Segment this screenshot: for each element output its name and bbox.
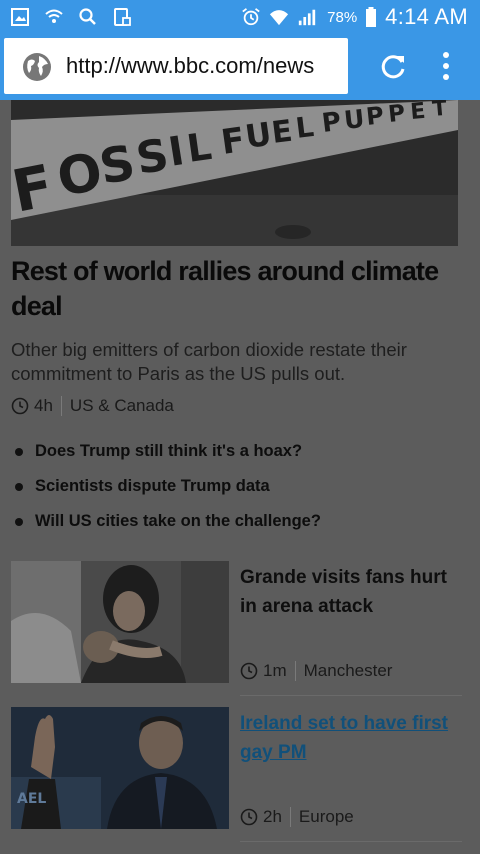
address-bar[interactable]: http://www.bbc.com/news — [4, 38, 348, 94]
svg-text:T: T — [431, 100, 448, 121]
related-link[interactable]: Scientists dispute Trump data — [11, 469, 461, 504]
clock-time: 4:14 AM — [385, 4, 468, 29]
svg-text:P: P — [320, 107, 343, 139]
clock-icon — [11, 397, 29, 415]
battery-percent: 78% — [327, 8, 358, 26]
bullet-icon — [15, 483, 23, 491]
meta-divider — [60, 396, 62, 416]
story-title[interactable]: Grande visits fans hurt in arena attack — [240, 563, 462, 621]
wifi-icon — [270, 10, 289, 26]
story-age: 4h — [34, 396, 53, 415]
overflow-menu-icon[interactable] — [436, 50, 456, 84]
clock-icon — [240, 808, 258, 826]
hospital-visit-photo — [11, 561, 229, 683]
svg-text:E: E — [409, 100, 426, 125]
story-meta: 1m Manchester — [240, 661, 392, 681]
globe-icon — [23, 53, 51, 81]
svg-text:U: U — [343, 104, 366, 135]
story-thumbnail[interactable]: AEL — [11, 707, 229, 829]
related-link[interactable]: Does Trump still think it's a hoax? — [11, 434, 461, 469]
story-thumbnail[interactable] — [11, 561, 229, 683]
story-age: 2h — [263, 807, 282, 826]
lead-story-meta: 4h US & Canada — [11, 396, 174, 416]
svg-text:AEL: AEL — [17, 791, 46, 807]
svg-text:P: P — [387, 100, 406, 128]
story-card[interactable]: AEL Ireland set to have first gay PM 2h … — [11, 707, 462, 842]
news-page: F O S S I L F U E L P U P P E T Rest of … — [0, 100, 480, 854]
wifi-notification-icon — [45, 9, 63, 23]
svg-text:E: E — [270, 114, 295, 151]
clock-icon — [240, 662, 258, 680]
bullet-icon — [15, 518, 23, 526]
search-icon — [79, 8, 96, 25]
story-section-link[interactable]: US & Canada — [70, 396, 174, 416]
politician-waving-photo: AEL — [11, 707, 229, 829]
meta-divider — [289, 807, 291, 827]
lead-story-headline[interactable]: Rest of world rallies around climate dea… — [11, 254, 461, 324]
reload-icon[interactable] — [378, 52, 408, 82]
related-links: Does Trump still think it's a hoax? Scie… — [11, 434, 461, 539]
svg-text:P: P — [365, 101, 385, 131]
notification-icons — [10, 6, 132, 28]
story-section-link[interactable]: Manchester — [304, 661, 393, 681]
story-title[interactable]: Ireland set to have first gay PM — [240, 709, 462, 767]
battery-icon — [366, 7, 377, 27]
system-status: 78% 4:14 AM — [241, 4, 468, 30]
url-text[interactable]: http://www.bbc.com/news — [66, 53, 314, 79]
protest-sign-image: F O S S I L F U E L P U P P E T — [11, 100, 458, 246]
alarm-icon — [242, 8, 260, 26]
story-divider — [240, 695, 462, 696]
signal-icon — [298, 9, 316, 26]
story-section-link[interactable]: Europe — [299, 807, 354, 827]
story-meta: 2h Europe — [240, 807, 354, 827]
status-bar: 78% 4:14 AM — [0, 0, 480, 36]
meta-divider — [294, 661, 296, 681]
screenshot-icon — [114, 8, 131, 26]
related-link[interactable]: Will US cities take on the challenge? — [11, 504, 461, 539]
story-card[interactable]: Grande visits fans hurt in arena attack … — [11, 561, 462, 696]
browser-toolbar: http://www.bbc.com/news — [0, 36, 480, 100]
image-icon — [11, 8, 29, 26]
story-divider — [240, 841, 462, 842]
lead-story-summary: Other big emitters of carbon dioxide res… — [11, 339, 407, 384]
bullet-icon — [15, 448, 23, 456]
story-age: 1m — [263, 661, 287, 680]
lead-story-image[interactable]: F O S S I L F U E L P U P P E T — [11, 100, 458, 246]
svg-text:U: U — [243, 115, 274, 156]
